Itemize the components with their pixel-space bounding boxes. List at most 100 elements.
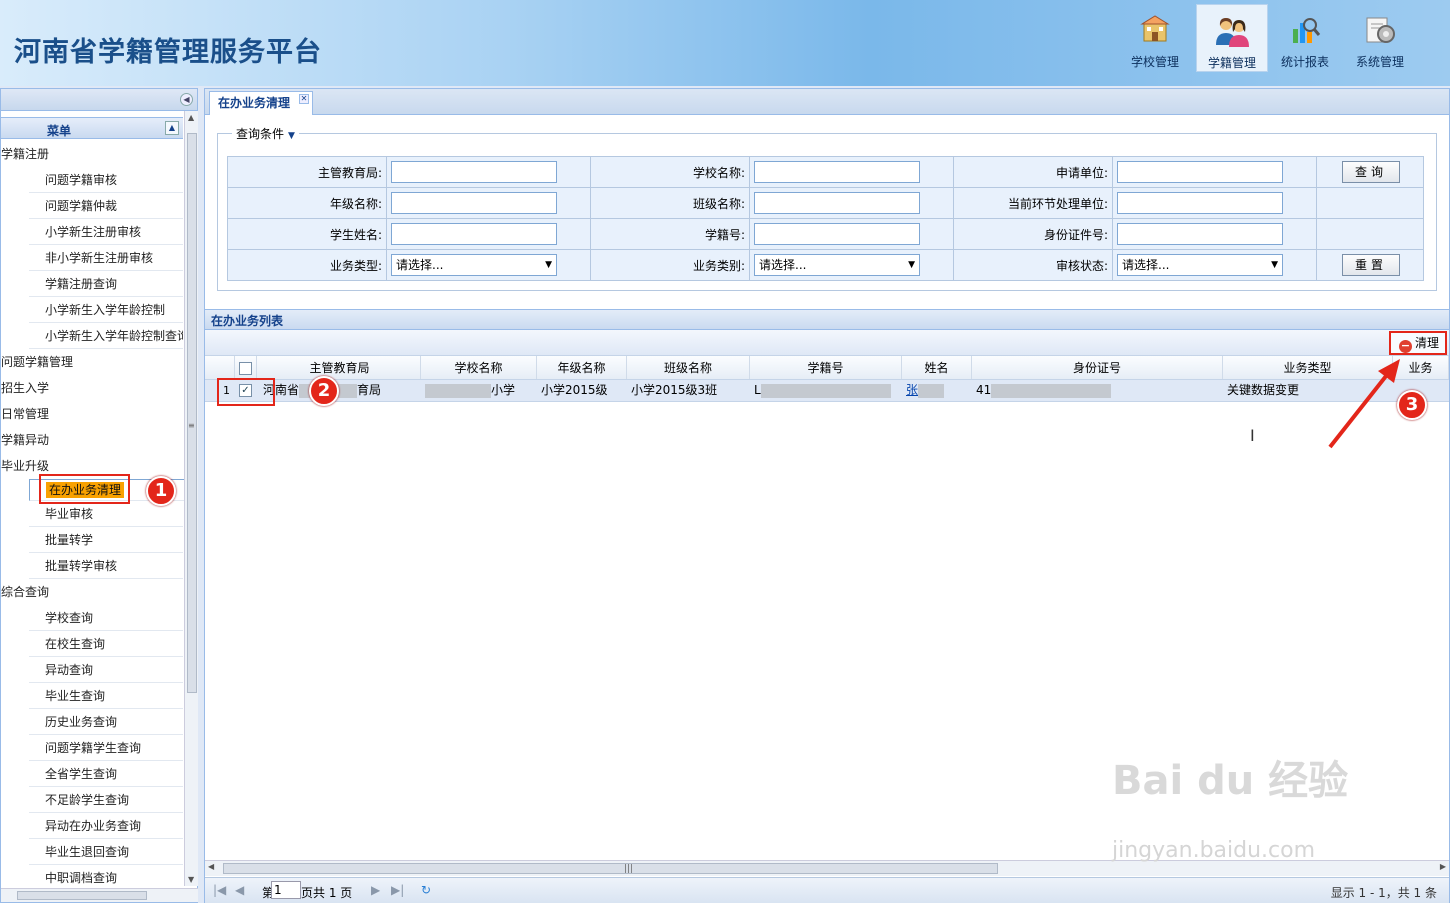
sidebar-item-label: 学籍注册查询 xyxy=(45,277,118,291)
collapse-menu-icon[interactable]: ▲ xyxy=(165,121,179,135)
student-name-link[interactable]: 张 xyxy=(906,383,918,397)
sidebar-item-label: 异动在办业务查询 xyxy=(45,819,142,833)
sidebar-item-24[interactable]: 全省学生查询 xyxy=(29,761,183,787)
sidebar-item-label: 招生入学 xyxy=(1,381,50,395)
query-field-label: 年级名称: xyxy=(227,187,387,219)
sidebar-item-20[interactable]: 异动查询 xyxy=(29,657,183,683)
query-text-input[interactable] xyxy=(1117,223,1283,245)
column-header[interactable]: 身份证号 xyxy=(972,356,1223,379)
sidebar-item-25[interactable]: 不足龄学生查询 xyxy=(29,787,183,813)
column-header[interactable]: 年级名称 xyxy=(537,356,627,379)
sidebar-item-3[interactable]: 小学新生注册审核 xyxy=(29,219,183,245)
sidebar-group-9[interactable]: 招生入学 xyxy=(1,375,183,401)
column-header[interactable]: 主管教育局 xyxy=(259,356,421,379)
scroll-left-icon[interactable]: ◀ xyxy=(208,862,214,871)
sidebar-item-18[interactable]: 学校查询 xyxy=(29,605,183,631)
query-select[interactable]: 请选择... ▼ xyxy=(754,254,920,276)
menu-header[interactable]: 菜单 ▲ xyxy=(1,117,183,139)
nav-student-management[interactable]: 学籍管理 xyxy=(1196,4,1268,72)
query-text-input[interactable] xyxy=(391,161,557,183)
search-button[interactable]: 查询 xyxy=(1342,161,1400,183)
data-grid: 主管教育局 学校名称 年级名称 班级名称 学籍号 姓名 身份证号 业务类型 业务 1 ✓ 河南省… xyxy=(205,356,1449,402)
cell-id-number: 41 xyxy=(972,380,1222,401)
query-text-input[interactable] xyxy=(1117,161,1283,183)
query-text-input[interactable] xyxy=(754,192,920,214)
query-field-cell xyxy=(1112,218,1317,250)
reset-button[interactable]: 重置 xyxy=(1342,254,1400,276)
query-select[interactable]: 请选择... ▼ xyxy=(1117,254,1283,276)
query-legend[interactable]: 查询条件 ▼ xyxy=(232,125,299,142)
cell-student-id-text: L xyxy=(754,383,761,397)
scroll-right-icon[interactable]: ▶ xyxy=(1440,862,1446,871)
select-all-checkbox[interactable] xyxy=(239,362,252,375)
scrollbar-thumb[interactable] xyxy=(187,133,197,693)
query-field-cell xyxy=(386,187,591,219)
sidebar-item-7[interactable]: 小学新生入学年龄控制查询 xyxy=(29,323,183,349)
query-text-input[interactable] xyxy=(754,161,920,183)
sidebar-item-1[interactable]: 问题学籍审核 xyxy=(29,167,183,193)
menu-title: 菜单 xyxy=(47,124,72,138)
sidebar-horizontal-scrollbar[interactable] xyxy=(1,888,198,902)
query-select[interactable]: 请选择... ▼ xyxy=(391,254,557,276)
sidebar-item-5[interactable]: 学籍注册查询 xyxy=(29,271,183,297)
sidebar-item-23[interactable]: 问题学籍学生查询 xyxy=(29,735,183,761)
nav-system-management[interactable]: 系统管理 xyxy=(1344,4,1416,72)
last-page-icon[interactable]: ▶| xyxy=(391,883,404,897)
query-field-label: 主管教育局: xyxy=(227,156,387,188)
column-header[interactable]: 学校名称 xyxy=(421,356,537,379)
column-header[interactable]: 班级名称 xyxy=(627,356,750,379)
clear-label: 清理 xyxy=(1415,336,1440,350)
column-header[interactable]: 学籍号 xyxy=(750,356,902,379)
query-text-input[interactable] xyxy=(1117,192,1283,214)
query-field-label: 学籍号: xyxy=(590,218,750,250)
sidebar-group-17[interactable]: 综合查询 xyxy=(1,579,183,605)
sidebar-group-10[interactable]: 日常管理 xyxy=(1,401,183,427)
column-header[interactable]: 姓名 xyxy=(902,356,972,379)
sidebar-item-6[interactable]: 小学新生入学年龄控制 xyxy=(29,297,183,323)
scroll-down-icon[interactable]: ▼ xyxy=(188,875,194,884)
next-page-icon[interactable]: ▶ xyxy=(371,883,380,897)
sidebar-group-0[interactable]: 学籍注册 xyxy=(1,141,183,167)
query-button-cell: 查询 xyxy=(1316,156,1424,188)
sidebar-item-2[interactable]: 问题学籍仲裁 xyxy=(29,193,183,219)
settings-icon xyxy=(1360,10,1400,50)
tab-bar: 在办业务清理 ✕ xyxy=(205,89,1449,115)
sidebar-item-26[interactable]: 异动在办业务查询 xyxy=(29,813,183,839)
refresh-icon[interactable]: ↻ xyxy=(421,883,431,897)
sidebar-vertical-scrollbar[interactable]: ▲ ≡ ▼ xyxy=(184,111,198,886)
clear-button[interactable]: − 清理 xyxy=(1389,331,1447,355)
query-field-cell: 请选择... ▼ xyxy=(749,249,954,281)
sidebar-item-4[interactable]: 非小学新生注册审核 xyxy=(29,245,183,271)
sidebar-item-label: 综合查询 xyxy=(1,585,50,599)
sidebar-group-8[interactable]: 问题学籍管理 xyxy=(1,349,183,375)
first-page-icon[interactable]: |◀ xyxy=(213,883,226,897)
sidebar-item-label: 历史业务查询 xyxy=(45,715,118,729)
highlight-box-checkbox xyxy=(217,378,275,406)
sidebar-group-11[interactable]: 学籍异动 xyxy=(1,427,183,453)
sidebar-item-16[interactable]: 批量转学审核 xyxy=(29,553,183,579)
query-field-cell: 请选择... ▼ xyxy=(1112,249,1317,281)
query-text-input[interactable] xyxy=(391,223,557,245)
nav-school-management[interactable]: 学校管理 xyxy=(1119,4,1191,72)
page-suffix: 页共 1 页 xyxy=(301,886,353,900)
query-button-cell xyxy=(1316,187,1424,219)
sidebar-item-15[interactable]: 批量转学 xyxy=(29,527,183,553)
tab-in-progress-cleanup[interactable]: 在办业务清理 ✕ xyxy=(209,91,314,115)
close-tab-icon[interactable]: ✕ xyxy=(299,94,310,104)
sidebar-item-22[interactable]: 历史业务查询 xyxy=(29,709,183,735)
scroll-up-icon[interactable]: ▲ xyxy=(188,113,194,122)
query-text-input[interactable] xyxy=(391,192,557,214)
collapse-left-icon[interactable]: ◀ xyxy=(180,93,193,106)
sidebar-item-21[interactable]: 毕业生查询 xyxy=(29,683,183,709)
pagination-info: 显示 1 - 1，共 1 条 xyxy=(1330,886,1437,900)
nav-reports[interactable]: 统计报表 xyxy=(1269,4,1341,72)
query-button-cell: 重置 xyxy=(1316,249,1424,281)
page-number-input[interactable]: 1 xyxy=(271,881,301,899)
sidebar-item-19[interactable]: 在校生查询 xyxy=(29,631,183,657)
previous-page-icon[interactable]: ◀ xyxy=(235,883,244,897)
query-text-input[interactable] xyxy=(754,223,920,245)
table-row[interactable]: 1 ✓ 河南省 育局 小学 小学2015级 小学2015级3班 L 张 41 关键… xyxy=(205,380,1449,402)
scrollbar-thumb[interactable]: ||| xyxy=(223,863,998,874)
scrollbar-thumb[interactable] xyxy=(17,891,147,900)
sidebar-item-27[interactable]: 毕业生退回查询 xyxy=(29,839,183,865)
